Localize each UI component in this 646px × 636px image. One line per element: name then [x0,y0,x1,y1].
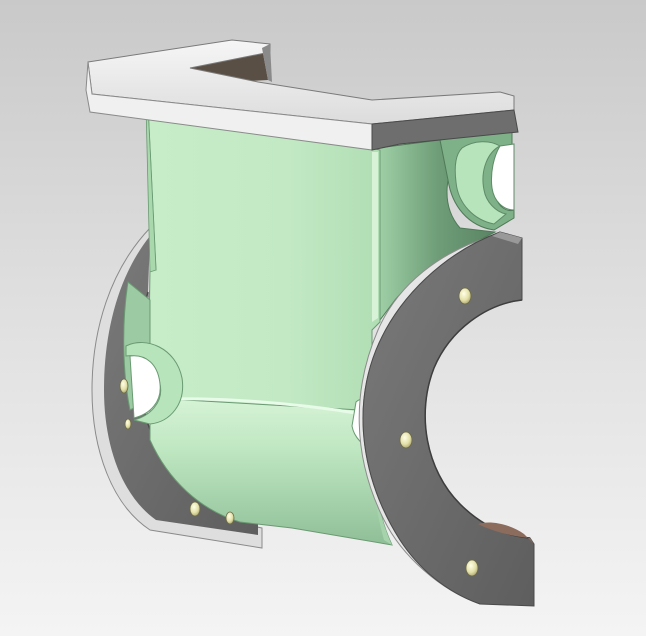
hole-marker-5[interactable] [189,501,201,517]
hole-marker-6[interactable] [225,511,235,525]
hole-marker-3[interactable] [465,559,479,577]
part-3d-view[interactable] [0,0,646,636]
cad-model[interactable] [0,0,646,636]
hole-marker-7[interactable] [124,418,132,430]
hole-marker-1[interactable] [458,287,472,305]
hole-marker-2[interactable] [399,431,413,449]
cad-viewport[interactable] [0,0,646,636]
hole-marker-4[interactable] [119,378,129,394]
